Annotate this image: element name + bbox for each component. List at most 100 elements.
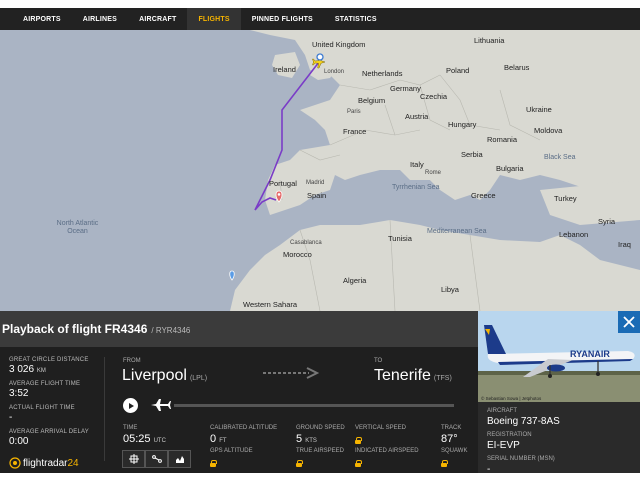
- aircraft-registration: EI-EVP: [487, 440, 520, 451]
- aircraft-photo[interactable]: RYANAIR © Sebastian Sowa | Jetphotos: [478, 311, 640, 402]
- map-label: Austria: [405, 112, 429, 121]
- map-label: Romania: [487, 135, 518, 144]
- map-label-city: London: [324, 69, 345, 75]
- route-button[interactable]: [145, 450, 168, 468]
- field-ground-speed: GROUND SPEED 5 KTS: [296, 425, 345, 445]
- field-aircraft: AIRCRAFT Boeing 737-8AS: [487, 408, 560, 427]
- lock-icon[interactable]: [355, 460, 362, 467]
- playback-progress-bar[interactable]: [150, 404, 454, 407]
- logo-number: 24: [67, 457, 79, 469]
- map-label: Lebanon: [559, 230, 589, 239]
- stat-actual-flight-time: ACTUAL FLIGHT TIME -: [9, 405, 99, 423]
- stat-value: 3 026 KM: [9, 364, 99, 375]
- aircraft-type: Boeing 737-8AS: [487, 416, 560, 427]
- field-value: 87°: [441, 433, 458, 445]
- time-unit: UTC: [153, 438, 166, 444]
- altitude-value: 0: [210, 433, 217, 445]
- aircraft-panel: RYANAIR © Sebastian Sowa | Jetphotos AIR…: [478, 311, 640, 475]
- map-label-sea: Mediterranean Sea: [427, 228, 487, 235]
- field-label: GPS ALTITUDE: [210, 448, 253, 454]
- map-tools: [122, 450, 191, 468]
- field-serial-number: SERIAL NUMBER (MSN) -: [487, 456, 555, 475]
- nav-airports[interactable]: AIRPORTS: [0, 8, 72, 30]
- origin-city[interactable]: Liverpool (LPL): [122, 367, 207, 385]
- field-value: 5 KTS: [296, 433, 345, 445]
- map-label-city: Paris: [347, 109, 361, 115]
- map-label: Ukraine: [526, 105, 552, 114]
- map-label: Belarus: [504, 63, 530, 72]
- map-label: Tunisia: [388, 234, 412, 243]
- photo-credit[interactable]: © Sebastian Sowa | Jetphotos: [481, 396, 541, 401]
- play-icon: [128, 402, 134, 409]
- map-label-city: Rome: [425, 170, 442, 176]
- flightradar24-logo[interactable]: flightradar 24: [9, 457, 79, 469]
- playback-title: Playback of flight FR4346: [2, 322, 148, 336]
- field-label: TIME: [123, 425, 138, 431]
- field-indicated-airspeed: INDICATED AIRSPEED: [355, 448, 419, 472]
- map-label: Belgium: [358, 96, 386, 105]
- route-arrow-icon: [263, 367, 319, 379]
- lock-icon[interactable]: [210, 460, 217, 467]
- stat-distance: GREAT CIRCLE DISTANCE 3 026 KM: [9, 357, 99, 375]
- nav-statistics[interactable]: STATISTICS: [324, 8, 388, 30]
- map-label: Western Sahara: [243, 300, 298, 309]
- close-icon: [623, 316, 635, 328]
- field-label: AIRCRAFT: [487, 408, 517, 414]
- map-label: Bulgaria: [496, 164, 524, 173]
- field-label: REGISTRATION: [487, 432, 532, 438]
- field-track: TRACK 87°: [441, 425, 461, 445]
- panel-divider: [104, 357, 105, 461]
- graph-button[interactable]: [168, 450, 191, 468]
- map-label: France: [343, 127, 367, 136]
- nav-pinned-flights[interactable]: PINNED FLIGHTS: [241, 8, 324, 30]
- stat-label: AVERAGE ARRIVAL DELAY: [9, 429, 90, 435]
- field-vertical-speed: VERTICAL SPEED: [355, 425, 406, 449]
- lock-icon[interactable]: [355, 437, 362, 444]
- field-label: SQUAWK: [441, 448, 468, 454]
- from-label: FROM: [123, 358, 141, 364]
- map-label: Lithuania: [474, 36, 505, 45]
- field-label: CALIBRATED ALTITUDE: [210, 425, 278, 431]
- map-label: United Kingdom: [312, 40, 366, 49]
- crosshair-icon: [128, 454, 139, 464]
- field-value: 0 FT: [210, 433, 277, 445]
- nav-aircraft[interactable]: AIRCRAFT: [128, 8, 187, 30]
- nav-flights[interactable]: FLIGHTS: [187, 8, 241, 30]
- field-label: INDICATED AIRSPEED: [355, 448, 419, 454]
- map-canvas: [229, 30, 640, 311]
- focus-aircraft-button[interactable]: [122, 450, 145, 468]
- lock-icon[interactable]: [441, 460, 448, 467]
- field-squawk: SQUAWK: [441, 448, 467, 472]
- altitude-unit: FT: [219, 438, 227, 444]
- map-label-sea: North Atlantic Ocean: [56, 220, 99, 235]
- field-time: TIME 05:25 UTC: [123, 425, 166, 445]
- stat-average-arrival-delay: AVERAGE ARRIVAL DELAY 0:00: [9, 429, 99, 447]
- map-label: Algeria: [343, 276, 367, 285]
- map-label: Serbia: [461, 150, 483, 159]
- play-button[interactable]: [123, 398, 138, 413]
- aircraft-photo-image: RYANAIR: [478, 311, 640, 402]
- playback-slider-handle[interactable]: [148, 394, 174, 416]
- map-label-sea: Tyrrhenian Sea: [392, 184, 440, 191]
- map-label: Morocco: [283, 250, 312, 259]
- map-label: Libya: [441, 285, 459, 294]
- origin-city-name: Liverpool: [122, 367, 187, 384]
- distance-unit: KM: [36, 368, 46, 374]
- close-button[interactable]: [618, 311, 640, 333]
- destination-city[interactable]: Tenerife (TFS): [374, 367, 452, 385]
- route-icon: [151, 455, 162, 463]
- logo-text: flightradar: [23, 457, 68, 469]
- playback-callsign: / RYR4346: [151, 325, 191, 335]
- map-label: Iraq: [618, 240, 631, 249]
- field-true-airspeed: TRUE AIRSPEED: [296, 448, 344, 472]
- livery-text: RYANAIR: [570, 349, 610, 359]
- nav-airlines[interactable]: AIRLINES: [72, 8, 128, 30]
- top-navigation: AIRPORTS AIRLINES AIRCRAFT FLIGHTS PINNE…: [0, 8, 640, 30]
- lock-icon[interactable]: [296, 460, 303, 467]
- flight-map[interactable]: United Kingdom Ireland Netherlands Belgi…: [0, 30, 640, 311]
- map-label: Ireland: [273, 65, 296, 74]
- radar-icon: [9, 457, 21, 469]
- map-label-city: Madrid: [306, 180, 325, 186]
- playback-header: Playback of flight FR4346 / RYR4346: [0, 311, 478, 347]
- aircraft-serial: -: [487, 464, 491, 475]
